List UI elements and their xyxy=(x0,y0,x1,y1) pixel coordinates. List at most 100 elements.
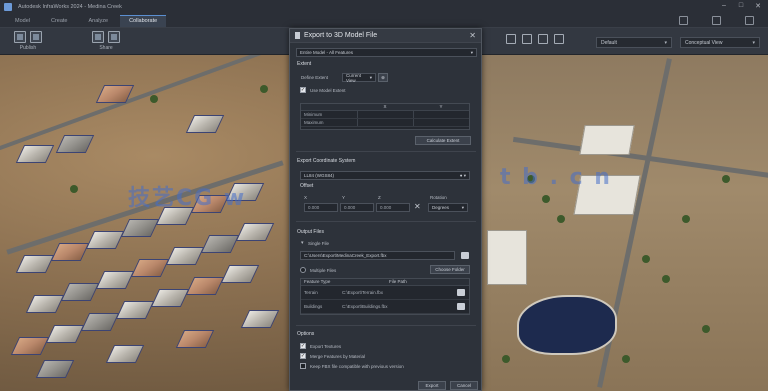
tree xyxy=(722,175,730,183)
tab-collaborate[interactable]: Collaborate xyxy=(120,15,167,27)
app-logo-icon xyxy=(4,3,12,11)
section-options: Options xyxy=(297,331,315,337)
export-icon[interactable] xyxy=(30,31,42,43)
expand-tool-icon[interactable] xyxy=(554,34,564,44)
folder-icon[interactable] xyxy=(461,252,469,259)
tab-analyze[interactable]: Analyze xyxy=(80,16,118,27)
cancel-button[interactable]: Cancel xyxy=(450,381,478,390)
offset-z-label: Z xyxy=(378,195,381,200)
settings-icon[interactable] xyxy=(679,16,688,25)
min-y-field[interactable] xyxy=(413,111,469,118)
preset-value: Entire Model - All Features xyxy=(300,50,354,55)
offset-y-input[interactable]: 0.000 xyxy=(340,203,374,212)
house-roof xyxy=(185,277,225,295)
house-roof xyxy=(165,247,205,265)
dialog-icon xyxy=(295,32,300,39)
house-roof xyxy=(130,259,170,277)
house-roof xyxy=(60,283,100,301)
section-coordinate-system: Export Coordinate System xyxy=(297,158,356,164)
chevron-down-icon[interactable]: ▾ xyxy=(301,240,304,246)
folder-icon[interactable] xyxy=(457,289,465,296)
offset-x-input[interactable]: 0.000 xyxy=(304,203,338,212)
user-icon[interactable] xyxy=(745,16,754,25)
window-controls: – □ ✕ xyxy=(720,2,762,10)
title-bar: Autodesk InfraWorks 2024 - Medina Creek … xyxy=(0,0,768,14)
house-roof xyxy=(95,271,135,289)
house-roof xyxy=(240,310,280,328)
max-x-field[interactable] xyxy=(357,119,413,126)
tab-model[interactable]: Model xyxy=(6,16,39,27)
section-extent: Extent xyxy=(297,61,312,67)
extent-dropdown[interactable]: Current View ▾ xyxy=(342,73,376,83)
rotation-unit-dropdown[interactable]: Degrees ▾ xyxy=(428,203,468,212)
house-roof xyxy=(120,219,160,237)
folder-icon[interactable] xyxy=(457,303,465,310)
close-button[interactable]: ✕ xyxy=(754,2,762,10)
tree xyxy=(557,215,565,223)
help-icon[interactable] xyxy=(712,16,721,25)
divider xyxy=(296,151,476,152)
dialog-close-icon[interactable]: ✕ xyxy=(469,31,476,40)
share-icon[interactable] xyxy=(92,31,104,43)
save-icon[interactable] xyxy=(108,31,120,43)
tree xyxy=(682,215,690,223)
quick-access-icons xyxy=(679,16,754,25)
ribbon-group-label: Share xyxy=(99,45,113,51)
delete-tool-icon[interactable] xyxy=(538,34,548,44)
offset-x-label: X xyxy=(304,195,308,200)
max-y-field[interactable] xyxy=(413,119,469,126)
select-tool-icon[interactable] xyxy=(506,34,516,44)
publish-icon[interactable] xyxy=(14,31,26,43)
fbx-compat-label: Keep FBX file compatible with previous v… xyxy=(310,364,404,369)
maximize-button[interactable]: □ xyxy=(737,2,745,10)
fbx-compat-checkbox[interactable] xyxy=(300,363,306,369)
single-file-path-input[interactable]: C:\Users\Export\MedinaCreek_Export.fbx xyxy=(300,251,455,260)
house-roof xyxy=(45,325,85,343)
tree xyxy=(150,95,158,103)
minimize-button[interactable]: – xyxy=(720,2,728,10)
close-icon[interactable]: ✕ xyxy=(414,202,421,211)
house-roof xyxy=(115,301,155,319)
export-textures-checkbox[interactable]: ✓ xyxy=(300,343,306,349)
calculate-extent-button[interactable]: Calculate Extent xyxy=(415,136,471,145)
style-dropdown[interactable]: Default ▾ xyxy=(596,37,672,48)
measure-tool-icon[interactable] xyxy=(522,34,532,44)
preset-dropdown[interactable]: Entire Model - All Features ▾ xyxy=(296,48,477,57)
output-files-grid: Feature Type File Path Terrain C:\Export… xyxy=(300,278,470,315)
house-roof xyxy=(175,330,215,348)
house-roof xyxy=(235,223,275,241)
house-roof xyxy=(15,255,55,273)
use-model-extent-checkbox[interactable]: ✓ xyxy=(300,87,306,93)
viewport-right-scene xyxy=(482,55,768,391)
export-button[interactable]: Export xyxy=(418,381,446,390)
chevron-down-icon: ▾ xyxy=(470,49,473,55)
house-roof xyxy=(15,145,55,163)
column-header-path: File Path xyxy=(389,279,407,284)
choose-folder-button[interactable]: Choose Folder xyxy=(430,265,470,274)
tree xyxy=(70,185,78,193)
use-model-extent-label: Use Model Extent xyxy=(310,88,346,93)
window-title: Autodesk InfraWorks 2024 - Medina Creek xyxy=(18,4,122,10)
section-offset: Offset xyxy=(300,183,314,189)
merge-features-label: Merge Features by Material xyxy=(310,354,366,359)
tree xyxy=(642,255,650,263)
tab-create[interactable]: Create xyxy=(42,16,77,27)
multiple-files-radio[interactable] xyxy=(300,267,306,273)
merge-features-checkbox[interactable]: ✓ xyxy=(300,353,306,359)
dropdown-value: Default xyxy=(601,39,617,46)
house-roof xyxy=(25,295,65,313)
ribbon-group-publish[interactable]: Publish xyxy=(14,31,42,51)
ribbon-group-share[interactable]: Share xyxy=(92,31,120,51)
view-dropdown[interactable]: Conceptual View ▾ xyxy=(680,37,760,48)
pick-extent-button[interactable]: ⊕ xyxy=(378,73,388,82)
coordinate-system-dropdown[interactable]: LL84 (WGS84) ● ▾ xyxy=(300,171,470,180)
export-textures-label: Export Textures xyxy=(310,344,342,349)
multiple-files-label: Multiple Files xyxy=(310,268,337,273)
tree xyxy=(622,355,630,363)
house-roof xyxy=(105,345,145,363)
extent-grid: X Y Minimum Maximum xyxy=(300,103,470,130)
min-x-field[interactable] xyxy=(357,111,413,118)
app-window: Autodesk InfraWorks 2024 - Medina Creek … xyxy=(0,0,768,391)
house-roof xyxy=(150,289,190,307)
offset-z-input[interactable]: 0.000 xyxy=(376,203,410,212)
